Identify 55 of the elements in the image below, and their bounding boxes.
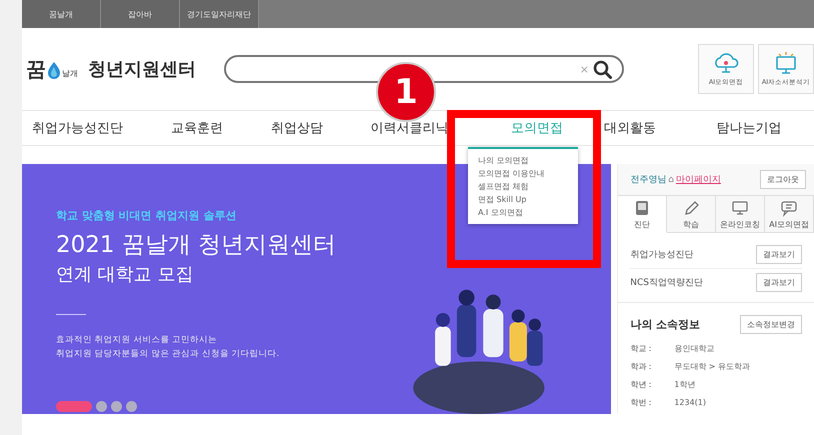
panel-tab[interactable]: 온라인코칭 — [716, 195, 766, 233]
field-label: 학번 : — [630, 397, 653, 409]
home-icon: ⌂ — [668, 174, 674, 184]
banner-title: 2021 꿈날개 청년지원센터 — [56, 231, 336, 260]
dropdown-item[interactable]: 면접 Skill Up — [478, 194, 578, 205]
nav-item[interactable]: 취업가능성진단 — [22, 119, 147, 137]
logo-mark: 날개 — [62, 68, 78, 79]
affiliation-title: 나의 소속정보 — [630, 317, 700, 332]
field-value: 1234(1) — [674, 397, 706, 409]
logo-title: 청년지원센터 — [88, 58, 196, 81]
nav-item[interactable]: 이력서클리닉 — [347, 119, 472, 137]
result-button[interactable]: 결과보기 — [756, 245, 802, 264]
banner-tagline: 학교 맞춤형 비대면 취업지원 솔루션 — [56, 208, 238, 223]
result-button[interactable]: 결과보기 — [756, 273, 802, 292]
field-value: 1학년 — [674, 379, 696, 391]
drop-icon — [46, 61, 62, 79]
slide-indicator[interactable] — [96, 401, 107, 412]
banner-description: 효과적인 취업지원 서비스를 고민하시는 — [56, 334, 218, 347]
field-label: 학과 : — [630, 361, 653, 373]
field-label: 학년 : — [630, 379, 653, 391]
pencil-icon — [682, 198, 700, 216]
logout-button[interactable]: 로그아웃 — [760, 170, 806, 189]
dropdown-item[interactable]: A.I 모의면접 — [478, 207, 578, 218]
logo-mark: 꿈 — [26, 59, 46, 79]
search-icon — [593, 60, 612, 78]
banner-description: 취업지원 담당자분들의 많은 관심과 신청을 기다립니다. — [56, 348, 280, 361]
result-label: 취업가능성진단 — [630, 249, 694, 261]
panel-tab[interactable]: 진단 — [618, 195, 668, 233]
monitor-icon — [731, 198, 750, 216]
dropdown-item[interactable]: 나의 모의면접 — [478, 155, 578, 166]
slide-indicator[interactable] — [111, 401, 122, 412]
nav-item[interactable]: 교육훈련 — [147, 119, 247, 137]
panel-tab[interactable]: AI모의면접 — [765, 195, 814, 233]
nav-item[interactable]: 취업상담 — [247, 119, 347, 137]
step-badge: 1 — [376, 62, 436, 122]
chat-icon — [780, 198, 798, 216]
result-label: NCS직업역량진단 — [630, 277, 703, 289]
field-value: 용인대학교 — [674, 343, 714, 355]
field-label: 학교 : — [630, 343, 653, 355]
mypage-link[interactable]: 마이페이지 — [676, 173, 721, 186]
top-link[interactable]: 잡아바 — [101, 0, 180, 28]
change-affiliation-button[interactable]: 소속정보변경 — [740, 315, 802, 334]
panel-tab[interactable]: 학습 — [667, 195, 716, 233]
user-greeting: 전주영님 — [630, 174, 666, 186]
field-value: 무도대학 > 유도학과 — [674, 361, 750, 373]
dropdown-item[interactable]: 모의면접 이용안내 — [478, 168, 578, 179]
dropdown-item[interactable]: 셀프면접 체험 — [478, 181, 578, 192]
top-link[interactable]: 경기도일자리재단 — [180, 0, 259, 28]
slide-indicator[interactable] — [56, 401, 92, 412]
nav-item[interactable]: 탐나는기업 — [684, 119, 814, 137]
top-link[interactable]: 꿈날개 — [22, 0, 101, 28]
nav-item[interactable]: 대외활동 — [602, 119, 684, 137]
cloud-icon — [712, 51, 740, 75]
banner-subtitle: 연계 대학교 모집 — [56, 263, 194, 286]
slide-indicator[interactable] — [126, 401, 137, 412]
